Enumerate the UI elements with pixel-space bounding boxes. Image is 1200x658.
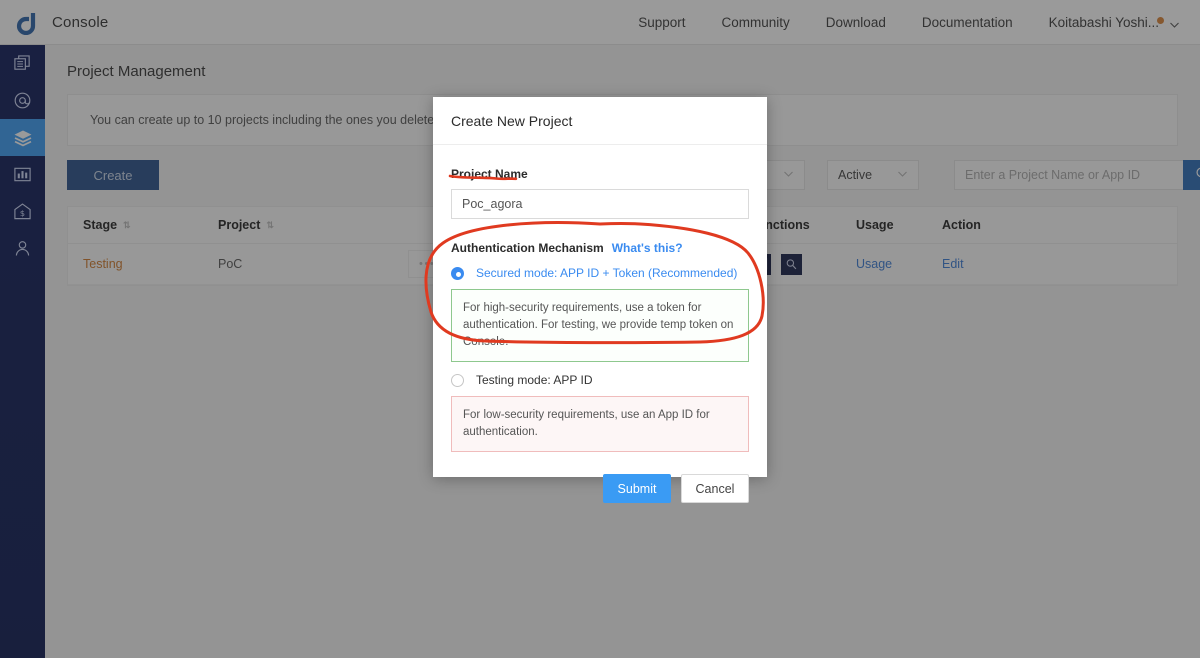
screen: Console Support Community Download Docum… <box>0 0 1200 658</box>
project-name-input[interactable] <box>451 189 749 219</box>
auth-section-header: Authentication Mechanism What's this? <box>451 241 749 255</box>
project-name-label: Project Name <box>451 167 528 181</box>
dialog-actions: Submit Cancel <box>433 452 767 503</box>
dialog-body: Project Name Authentication Mechanism Wh… <box>433 145 767 452</box>
submit-button[interactable]: Submit <box>603 474 671 503</box>
cancel-button[interactable]: Cancel <box>681 474 749 503</box>
create-project-dialog: Create New Project Project Name Authenti… <box>433 97 767 503</box>
radio-button-secured[interactable] <box>451 266 464 280</box>
hint-secured: For high-security requirements, use a to… <box>451 289 749 362</box>
radio-label-secured: Secured mode: APP ID + Token (Recommende… <box>476 266 738 280</box>
radio-label-testing: Testing mode: APP ID <box>476 373 593 387</box>
hint-testing: For low-security requirements, use an Ap… <box>451 396 749 452</box>
whats-this-link[interactable]: What's this? <box>612 241 683 255</box>
radio-option-secured[interactable]: Secured mode: APP ID + Token (Recommende… <box>451 266 749 280</box>
radio-option-testing[interactable]: Testing mode: APP ID <box>451 373 749 387</box>
dialog-title: Create New Project <box>433 97 767 145</box>
radio-button-testing[interactable] <box>451 373 464 387</box>
auth-heading: Authentication Mechanism <box>451 241 604 255</box>
